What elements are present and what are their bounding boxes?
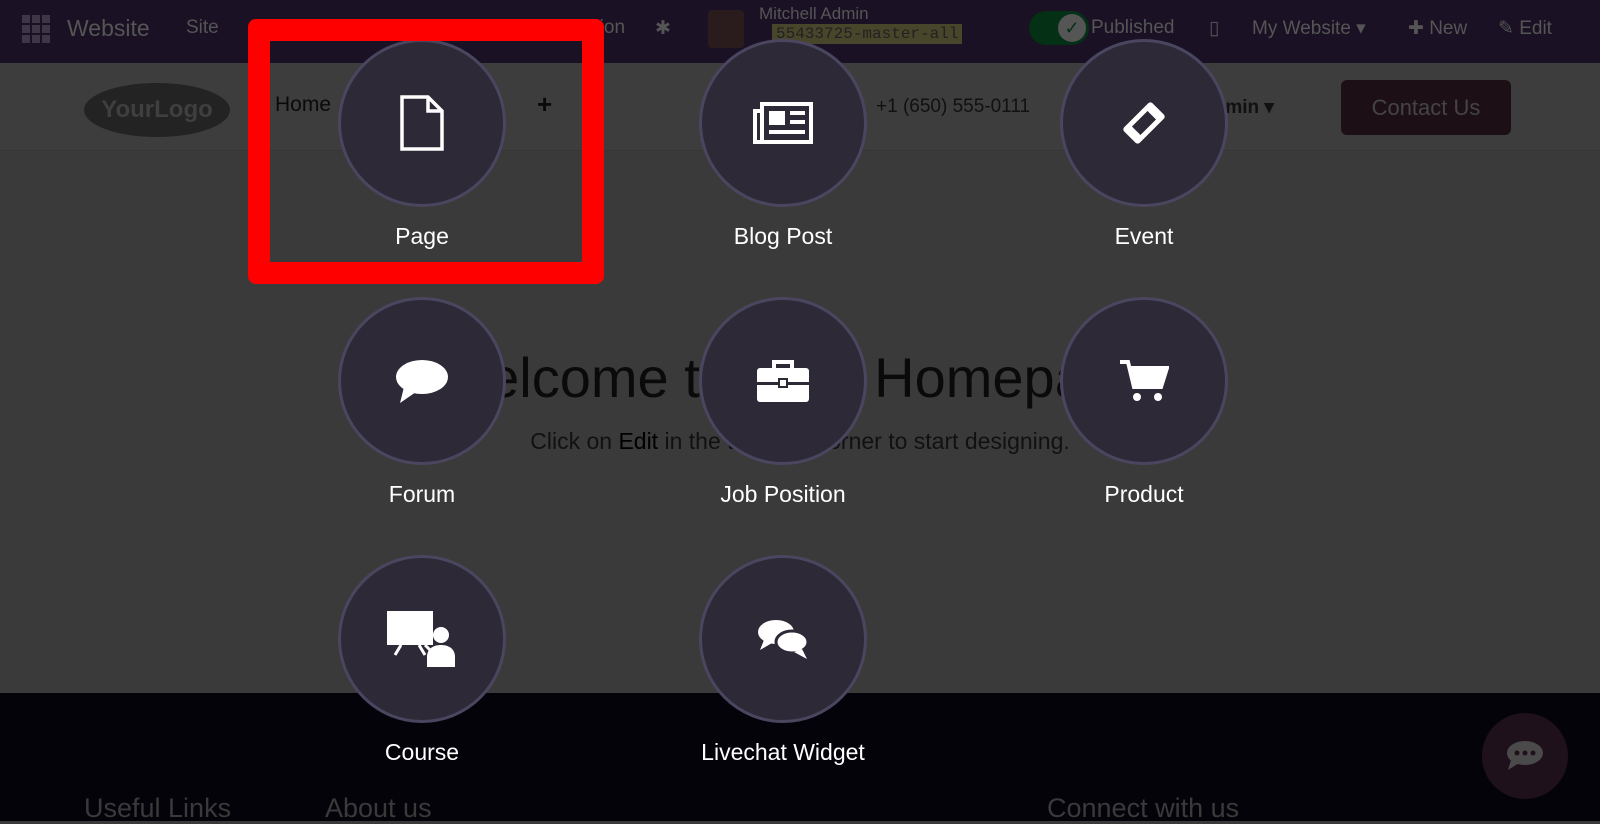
- website-switcher[interactable]: My Website ▾: [1252, 17, 1366, 40]
- footer-about-us: About us: [325, 793, 432, 823]
- comment-icon: [396, 360, 448, 403]
- new-event-option[interactable]: Event: [1024, 39, 1264, 250]
- ticket-icon: [1123, 102, 1165, 144]
- new-button[interactable]: ✚ New: [1408, 17, 1467, 40]
- new-job-position-option[interactable]: Job Position: [663, 297, 903, 508]
- check-icon: ✓: [1058, 14, 1086, 42]
- livechat-widget-circle[interactable]: [699, 555, 867, 723]
- job-position-circle[interactable]: [699, 297, 867, 465]
- presentation-icon: [387, 611, 455, 667]
- highlight-box: [248, 19, 604, 284]
- published-label: Published: [1091, 17, 1175, 38]
- option-label: Job Position: [720, 481, 846, 507]
- app-title[interactable]: Website: [67, 15, 150, 42]
- debug-icon[interactable]: ✱: [655, 17, 671, 40]
- option-label: Course: [384, 739, 460, 765]
- new-product-option[interactable]: Product: [1024, 297, 1264, 508]
- footer-connect: Connect with us: [1047, 793, 1240, 823]
- livechat-button[interactable]: [1482, 713, 1568, 799]
- new-forum-option[interactable]: Forum: [302, 297, 542, 508]
- apps-menu-icon[interactable]: [22, 15, 50, 43]
- menu-site[interactable]: Site: [186, 17, 219, 39]
- option-label: Event: [1114, 223, 1174, 249]
- footer-useful-links: Useful Links: [84, 793, 232, 823]
- event-circle[interactable]: [1060, 39, 1228, 207]
- product-circle[interactable]: [1060, 297, 1228, 465]
- option-label: Blog Post: [733, 223, 833, 249]
- briefcase-icon: [757, 360, 809, 402]
- edit-button[interactable]: ✎ Edit: [1498, 17, 1552, 40]
- chat-icon: [1507, 741, 1543, 770]
- option-label: Livechat Widget: [701, 739, 865, 765]
- option-label: Forum: [388, 481, 456, 507]
- user-name[interactable]: Mitchell Admin: [759, 4, 869, 24]
- contact-us-button[interactable]: Contact Us: [1341, 80, 1511, 135]
- newspaper-icon: [753, 102, 813, 144]
- cart-icon: [1120, 360, 1169, 401]
- option-label: Product: [1104, 481, 1184, 507]
- comments-icon: [758, 620, 810, 659]
- site-logo[interactable]: YourLogo: [84, 83, 230, 137]
- mobile-preview-icon[interactable]: ▯: [1209, 17, 1219, 40]
- course-circle[interactable]: [338, 555, 506, 723]
- blog-post-circle[interactable]: [699, 39, 867, 207]
- forum-circle[interactable]: [338, 297, 506, 465]
- new-livechat-widget-option[interactable]: Livechat Widget: [663, 555, 903, 766]
- new-blog-post-option[interactable]: Blog Post: [663, 39, 903, 250]
- new-course-option[interactable]: Course: [302, 555, 542, 766]
